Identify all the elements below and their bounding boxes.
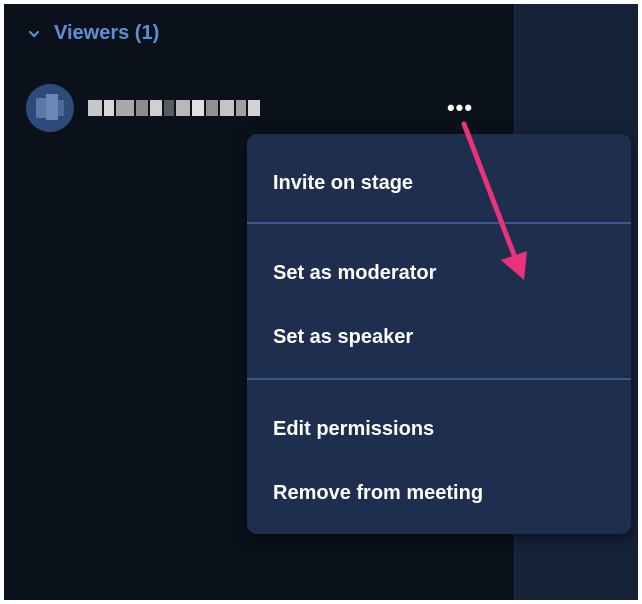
menu-item-set-as-moderator[interactable]: Set as moderator [273, 262, 436, 285]
menu-item-set-as-speaker[interactable]: Set as speaker [273, 326, 413, 349]
participant-name-redacted [88, 100, 260, 116]
meeting-participants-panel: Viewers (1) ••• Invite on stage Set as m… [4, 4, 638, 600]
viewers-section-title: Viewers (1) [54, 22, 160, 44]
participant-row[interactable] [26, 84, 496, 132]
viewers-section-header[interactable]: Viewers (1) [28, 22, 159, 45]
menu-divider [247, 378, 631, 380]
menu-item-invite-on-stage[interactable]: Invite on stage [273, 172, 413, 195]
chevron-down-icon[interactable] [28, 28, 40, 40]
participant-context-menu: Invite on stage Set as moderator Set as … [247, 134, 631, 534]
more-options-icon[interactable]: ••• [440, 96, 480, 120]
menu-item-remove-from-meeting[interactable]: Remove from meeting [273, 482, 483, 505]
avatar[interactable] [26, 84, 74, 132]
menu-divider [247, 222, 631, 224]
menu-item-edit-permissions[interactable]: Edit permissions [273, 418, 434, 441]
